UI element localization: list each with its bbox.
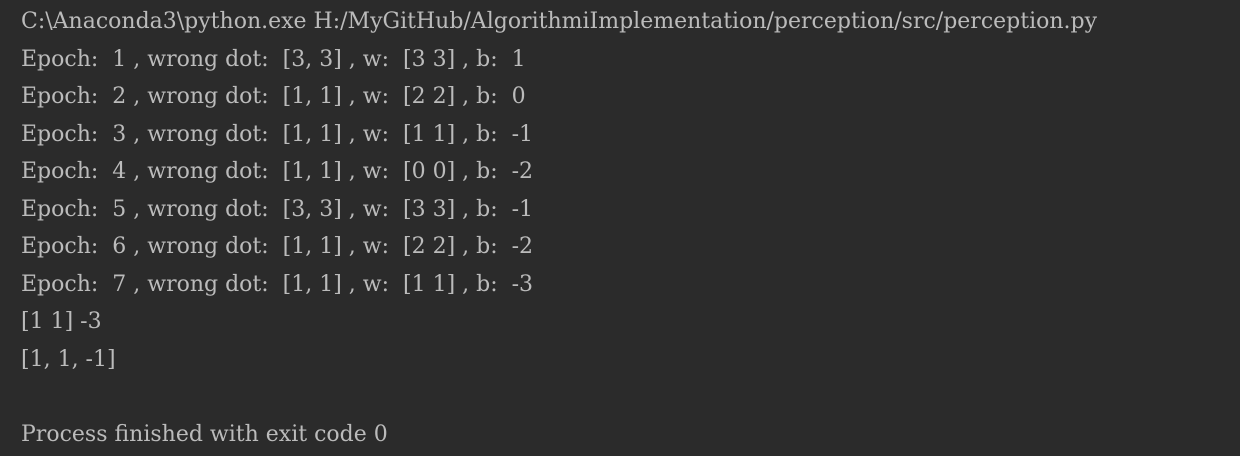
output-line-final-params: [1, 1, -1]: [21, 346, 116, 372]
output-line-epoch-7: Epoch: 7 , wrong dot: [1, 1] , w: [1 1] …: [21, 271, 534, 297]
output-line-epoch-6: Epoch: 6 , wrong dot: [1, 1] , w: [2 2] …: [21, 234, 534, 259]
output-line-final-weights: [1 1] -3: [21, 309, 102, 334]
run-console-output[interactable]: C:\Anaconda3\python.exe H:/MyGitHub/Algo…: [0, 0, 1240, 456]
output-line-epoch-5: Epoch: 5 , wrong dot: [3, 3] , w: [3 3] …: [21, 196, 534, 222]
output-line-epoch-2: Epoch: 2 , wrong dot: [1, 1] , w: [2 2] …: [21, 84, 526, 109]
output-line-epoch-3: Epoch: 3 , wrong dot: [1, 1] , w: [1 1] …: [21, 121, 534, 147]
process-exit-line: Process finished with exit code 0: [21, 421, 388, 447]
output-line-epoch-1: Epoch: 1 , wrong dot: [3, 3] , w: [3 3] …: [21, 46, 526, 72]
output-line-epoch-4: Epoch: 4 , wrong dot: [1, 1] , w: [0 0] …: [21, 159, 534, 184]
command-line: C:\Anaconda3\python.exe H:/MyGitHub/Algo…: [21, 9, 1098, 34]
